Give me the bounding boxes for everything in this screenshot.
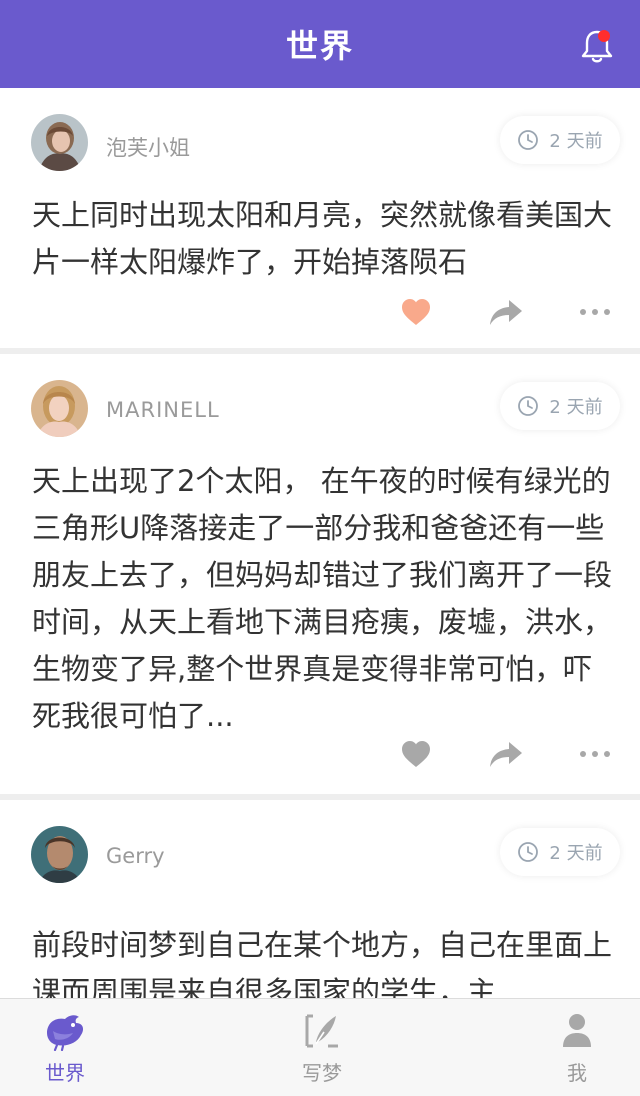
person-icon bbox=[563, 1014, 591, 1047]
top-app-bar: 世界 bbox=[0, 0, 640, 88]
post-time: 2 天前 bbox=[549, 397, 603, 418]
more-dots-icon bbox=[580, 309, 610, 315]
post-card[interactable]: MARINELL 2 天前 天上出现了2个太阳， 在午夜的时候有绿光的三角形U降… bbox=[0, 354, 640, 800]
like-button[interactable] bbox=[396, 734, 436, 774]
avatar[interactable] bbox=[31, 380, 88, 437]
tab-label: 我 bbox=[567, 1061, 587, 1085]
username[interactable]: MARINELL bbox=[106, 398, 220, 422]
like-button[interactable] bbox=[396, 292, 436, 332]
time-badge: 2 天前 bbox=[500, 828, 620, 876]
share-button[interactable] bbox=[484, 734, 528, 774]
more-dots-icon bbox=[580, 751, 610, 757]
post-time: 2 天前 bbox=[549, 131, 603, 152]
avatar[interactable] bbox=[31, 114, 88, 171]
clock-icon bbox=[518, 130, 539, 150]
time-badge: 2 天前 bbox=[500, 116, 620, 164]
tab-me[interactable]: 我 bbox=[517, 999, 637, 1096]
post-content[interactable]: 前段时间梦到自己在某个地方，自己在里面上课而周围是来自很多国家的学生，主 bbox=[32, 922, 612, 998]
tab-label: 写梦 bbox=[302, 1061, 342, 1085]
clock-icon bbox=[518, 396, 539, 416]
share-arrow-icon bbox=[490, 742, 522, 767]
post-content[interactable]: 天上出现了2个太阳， 在午夜的时候有绿光的三角形U降落接走了一部分我和爸爸还有一… bbox=[32, 458, 612, 740]
bird-icon bbox=[47, 1015, 84, 1051]
bottom-tab-bar: 世界 写梦 我 bbox=[0, 998, 640, 1096]
more-button[interactable] bbox=[575, 292, 615, 332]
notification-dot bbox=[598, 30, 610, 42]
username[interactable]: 泡芙小姐 bbox=[106, 132, 190, 162]
post-actions bbox=[0, 292, 640, 332]
time-badge: 2 天前 bbox=[500, 382, 620, 430]
share-arrow-icon bbox=[490, 300, 522, 325]
post-time: 2 天前 bbox=[549, 843, 603, 864]
quill-icon bbox=[305, 1014, 338, 1048]
page-title: 世界 bbox=[285, 27, 354, 65]
heart-icon bbox=[402, 741, 430, 767]
avatar[interactable] bbox=[31, 826, 88, 883]
more-button[interactable] bbox=[575, 734, 615, 774]
post-content[interactable]: 天上同时出现太阳和月亮，突然就像看美国大片一样太阳爆炸了，开始掉落陨石 bbox=[32, 192, 612, 286]
username[interactable]: Gerry bbox=[106, 844, 165, 868]
post-card[interactable]: 泡芙小姐 2 天前 天上同时出现太阳和月亮，突然就像看美国大片一样太阳爆炸了，开… bbox=[0, 88, 640, 354]
dream-feed[interactable]: 泡芙小姐 2 天前 天上同时出现太阳和月亮，突然就像看美国大片一样太阳爆炸了，开… bbox=[0, 88, 640, 998]
tab-world[interactable]: 世界 bbox=[5, 999, 125, 1096]
post-card[interactable]: Gerry 2 天前 前段时间梦到自己在某个地方，自己在里面上课而周围是来自很多… bbox=[0, 800, 640, 998]
share-button[interactable] bbox=[484, 292, 528, 332]
post-actions bbox=[0, 734, 640, 774]
clock-icon bbox=[518, 842, 539, 862]
heart-icon bbox=[402, 299, 430, 325]
tab-write-dream[interactable]: 写梦 bbox=[262, 999, 382, 1096]
tab-label: 世界 bbox=[45, 1061, 85, 1085]
